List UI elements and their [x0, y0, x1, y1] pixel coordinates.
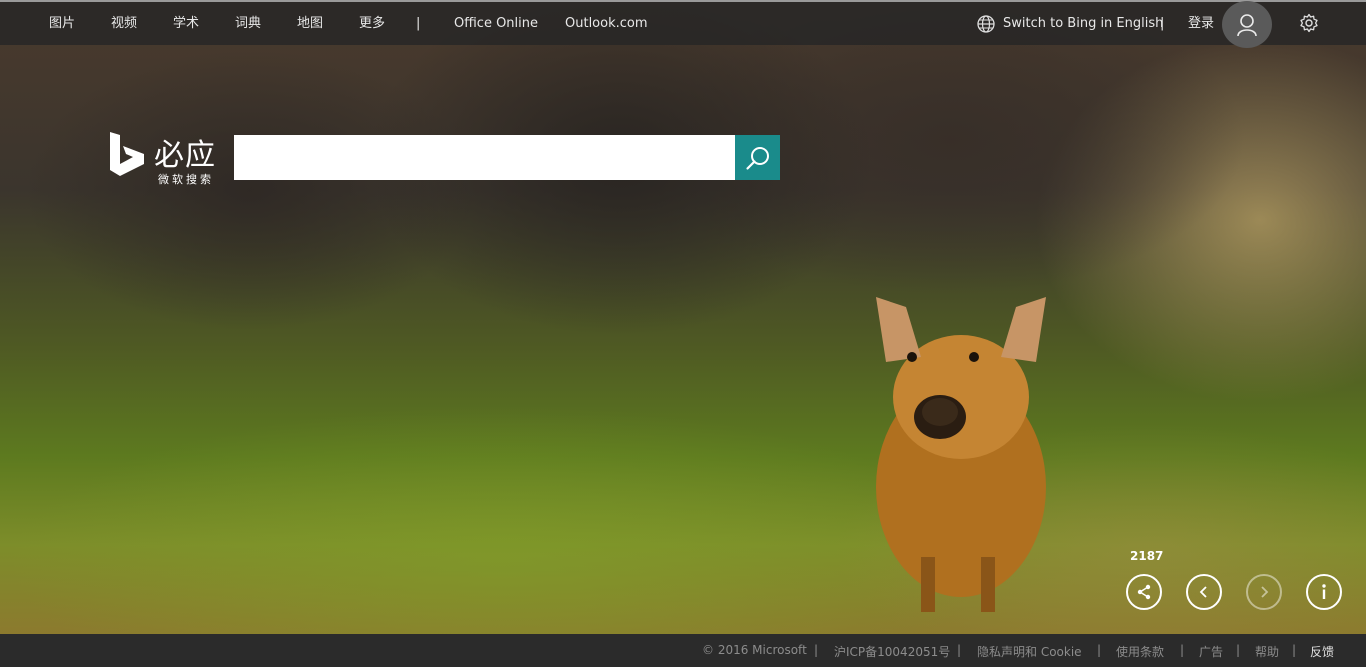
footer-ads-link[interactable]: 广告 [1199, 643, 1223, 660]
user-icon [1237, 13, 1257, 36]
info-icon [1322, 584, 1326, 599]
chevron-left-icon [1199, 586, 1207, 598]
search-box [234, 135, 780, 180]
footer-separator: | [814, 643, 819, 657]
grass-area [0, 300, 1366, 634]
switch-language-link[interactable]: Switch to Bing in English [1003, 14, 1163, 34]
nav-link-images[interactable]: 图片 [49, 14, 75, 34]
search-icon [745, 146, 769, 170]
search-input[interactable] [234, 135, 735, 180]
nav-link-academic[interactable]: 学术 [173, 14, 199, 34]
top-navigation-bar: 图片 视频 学术 词典 地图 更多 | Office Online Outloo… [0, 0, 1366, 48]
top-border [0, 0, 1366, 2]
footer-separator: | [957, 643, 962, 657]
globe-icon[interactable] [976, 14, 996, 34]
nav-link-office-online[interactable]: Office Online [454, 14, 538, 34]
footer-separator: | [1180, 643, 1185, 657]
logo-subtitle: 微软搜索 [158, 173, 214, 186]
footer-help-link[interactable]: 帮助 [1255, 643, 1279, 660]
share-count: 2187 [1130, 549, 1164, 563]
piglet-image [876, 297, 1046, 612]
nav-link-videos[interactable]: 视频 [111, 14, 137, 34]
avatar[interactable] [1222, 1, 1272, 48]
signin-link[interactable]: 登录 [1188, 14, 1214, 34]
bing-logo[interactable]: 必应 微软搜索 [106, 130, 226, 190]
share-button[interactable] [1126, 574, 1162, 610]
search-button[interactable] [735, 135, 780, 180]
share-icon [1137, 584, 1151, 600]
nav-link-more[interactable]: 更多 [359, 14, 385, 34]
nav-separator: | [416, 16, 421, 31]
bing-b-icon [110, 132, 144, 176]
background-image [0, 0, 1366, 634]
footer-separator: | [1097, 643, 1102, 657]
gear-icon[interactable] [1299, 13, 1319, 33]
footer-terms-link[interactable]: 使用条款 [1116, 643, 1164, 660]
previous-image-button[interactable] [1186, 574, 1222, 610]
footer-icp-link[interactable]: 沪ICP备10042051号 [834, 643, 950, 660]
next-image-button[interactable] [1246, 574, 1282, 610]
nav-separator-right: | [1160, 16, 1165, 31]
footer-privacy-link[interactable]: 隐私声明和 Cookie [977, 643, 1082, 660]
nav-link-dictionary[interactable]: 词典 [235, 14, 261, 34]
footer-separator: | [1292, 643, 1297, 657]
footer-copyright: © 2016 Microsoft [702, 643, 807, 657]
nav-link-maps[interactable]: 地图 [297, 14, 323, 34]
image-info-button[interactable] [1306, 574, 1342, 610]
footer: © 2016 Microsoft | 沪ICP备10042051号 | 隐私声明… [0, 634, 1366, 667]
chevron-right-icon [1261, 586, 1269, 598]
footer-separator: | [1236, 643, 1241, 657]
footer-feedback-link[interactable]: 反馈 [1310, 643, 1334, 660]
nav-link-outlook[interactable]: Outlook.com [565, 14, 648, 34]
logo-name: 必应 [154, 138, 216, 173]
